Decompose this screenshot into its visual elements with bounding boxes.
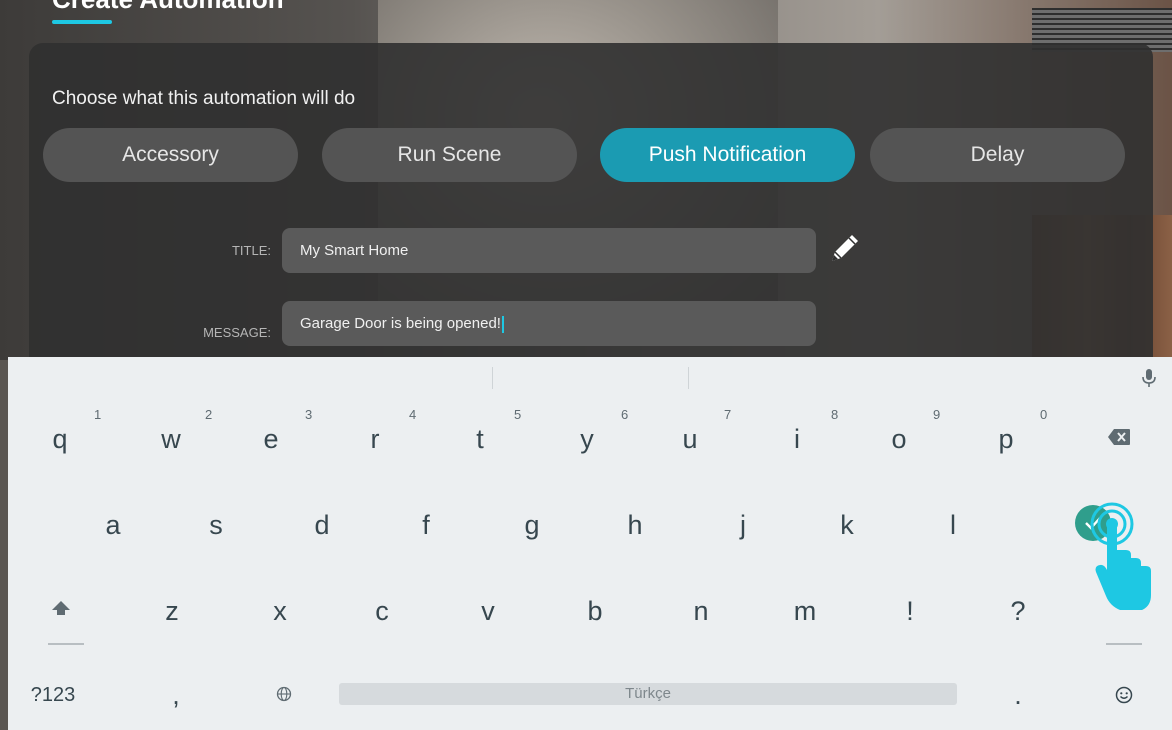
tap-hand-icon — [1090, 502, 1151, 610]
automation-action-panel: Choose what this automation will do Acce… — [29, 43, 1153, 373]
key-w[interactable]: 2w — [119, 404, 223, 474]
tab-run-scene[interactable]: Run Scene — [322, 128, 577, 182]
key-p[interactable]: 0p — [954, 404, 1058, 474]
tab-accessory[interactable]: Accessory — [43, 128, 298, 182]
suggestion-bar — [8, 357, 1172, 397]
key-exclamation[interactable]: ! — [858, 576, 962, 646]
key-hint: 4 — [409, 407, 417, 422]
key-s[interactable]: s — [164, 490, 268, 560]
key-v[interactable]: v — [436, 576, 540, 646]
key-hint: 1 — [94, 407, 102, 422]
suggestion-divider — [688, 367, 689, 389]
tab-push-notification[interactable]: Push Notification — [600, 128, 855, 182]
key-label: y — [580, 424, 594, 454]
message-field[interactable]: Garage Door is being opened! — [282, 301, 816, 346]
spacebar[interactable]: Türkçe — [339, 683, 957, 705]
title-field-value: My Smart Home — [300, 242, 409, 259]
key-hint: 7 — [724, 407, 732, 422]
key-label: q — [52, 424, 68, 454]
title-field[interactable]: My Smart Home — [282, 228, 816, 273]
pencil-icon[interactable] — [826, 231, 862, 267]
key-n[interactable]: n — [649, 576, 753, 646]
backspace-icon[interactable] — [1107, 428, 1131, 446]
panel-heading: Choose what this automation will do — [52, 88, 356, 109]
key-c[interactable]: c — [330, 576, 434, 646]
key-label: i — [794, 424, 800, 454]
key-hint: 0 — [1040, 407, 1048, 422]
key-o[interactable]: 9o — [847, 404, 951, 474]
key-e[interactable]: 3e — [219, 404, 323, 474]
key-j[interactable]: j — [691, 490, 795, 560]
key-label: u — [682, 424, 698, 454]
key-label: p — [998, 424, 1014, 454]
key-label: e — [263, 424, 279, 454]
key-y[interactable]: 6y — [535, 404, 639, 474]
key-comma[interactable]: , — [124, 660, 228, 730]
key-label: o — [891, 424, 907, 454]
page-title: Create Automation — [52, 0, 284, 15]
key-m[interactable]: m — [753, 576, 857, 646]
key-h[interactable]: h — [583, 490, 687, 560]
shift-icon[interactable] — [48, 582, 74, 652]
shift-right-underline — [1106, 643, 1142, 645]
key-g[interactable]: g — [480, 490, 584, 560]
key-label: t — [476, 424, 484, 454]
key-f[interactable]: f — [374, 490, 478, 560]
key-a[interactable]: a — [61, 490, 165, 560]
key-u[interactable]: 7u — [638, 404, 742, 474]
key-hint: 5 — [514, 407, 522, 422]
key-z[interactable]: z — [120, 576, 224, 646]
key-label: w — [161, 424, 181, 454]
shift-underline — [48, 643, 84, 645]
key-x[interactable]: x — [228, 576, 332, 646]
emoji-icon[interactable] — [1115, 686, 1133, 704]
key-hint: 8 — [831, 407, 839, 422]
suggestion-divider — [492, 367, 493, 389]
key-hint: 9 — [933, 407, 941, 422]
key-period[interactable]: . — [966, 660, 1070, 730]
onscreen-keyboard: 1q 2w 3e 4r 5t 6y 7u 8i 9o 0p a s d f g … — [8, 357, 1172, 730]
key-label: r — [370, 424, 380, 454]
key-t[interactable]: 5t — [428, 404, 532, 474]
message-label: MESSAGE: — [203, 325, 271, 340]
title-underline — [52, 20, 112, 24]
key-question[interactable]: ? — [966, 576, 1070, 646]
key-l[interactable]: l — [901, 490, 1005, 560]
key-i[interactable]: 8i — [745, 404, 849, 474]
key-k[interactable]: k — [795, 490, 899, 560]
key-d[interactable]: d — [270, 490, 374, 560]
globe-icon[interactable] — [276, 686, 292, 702]
symbols-key[interactable]: ?123 — [8, 660, 98, 730]
key-q[interactable]: 1q — [8, 404, 112, 474]
title-label: TITLE: — [231, 243, 271, 258]
key-hint: 3 — [305, 407, 313, 422]
microphone-icon[interactable] — [1141, 368, 1157, 388]
key-hint: 6 — [621, 407, 629, 422]
key-hint: 2 — [205, 407, 213, 422]
key-b[interactable]: b — [543, 576, 647, 646]
key-r[interactable]: 4r — [323, 404, 427, 474]
tab-delay[interactable]: Delay — [870, 128, 1125, 182]
text-cursor — [501, 315, 504, 333]
message-field-value: Garage Door is being opened! — [300, 315, 501, 332]
